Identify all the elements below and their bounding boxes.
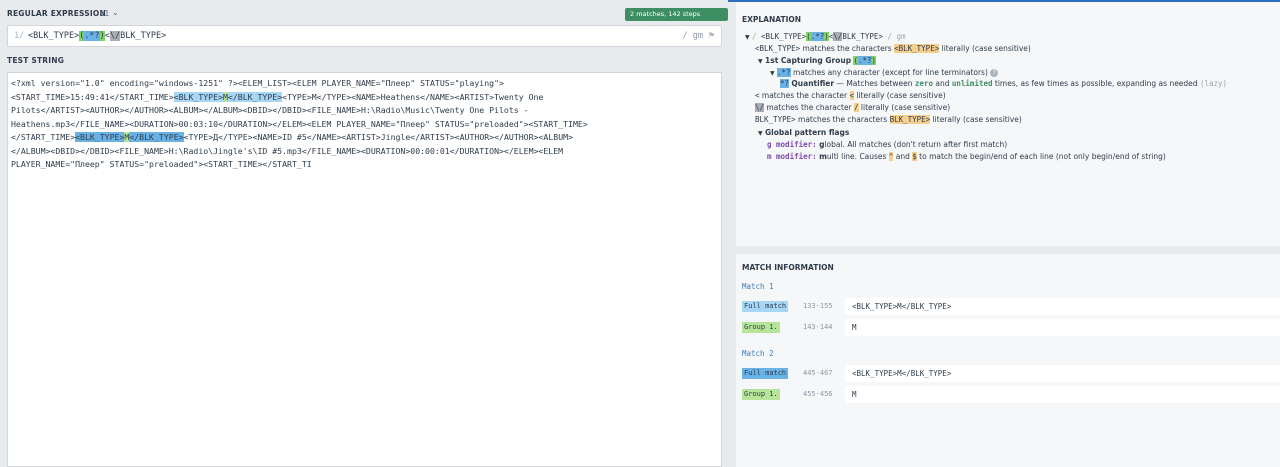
match-1-highlight: <BLK_TYPE>М</BLK_TYPE>	[173, 91, 283, 102]
regex-section-title: REGULAR EXPRESSION	[7, 9, 106, 18]
exp-g-modifier: g modifier: global. All matches (don't r…	[767, 140, 1008, 149]
exp-flags[interactable]: ▼ Global pattern flags	[758, 128, 849, 137]
exp-quantifier: *? Quantifier — Matches between zero and…	[780, 79, 1228, 88]
match-range: 143-144	[803, 323, 833, 331]
test-line-5b: <TYPE>Д</TYPE><NAME>ID #5</NAME><ARTIST>…	[183, 132, 573, 142]
test-string-input[interactable]: <?xml version="1.0" encoding="windows-12…	[7, 72, 722, 467]
group-label: Group 1.	[742, 389, 780, 400]
match-row[interactable]: Group 1. 455-456 М	[742, 386, 1280, 403]
sidebar-panel: EXPLANATION ▼ / <BLK_TYPE>(.*?)<\/BLK_TY…	[736, 2, 1280, 467]
test-line-7: PLAYER_NAME="Плеер" STATUS="preloaded"><…	[11, 159, 312, 169]
regex-version-selector[interactable]: v1	[100, 9, 109, 18]
regex-part-escape: \/	[109, 31, 121, 41]
match-2-header: Match 2	[742, 349, 774, 358]
match-info-title: MATCH INFORMATION	[742, 263, 834, 272]
exp-root[interactable]: ▼ / <BLK_TYPE>(.*?)<\/BLK_TYPE> / gm	[745, 32, 906, 41]
match-row[interactable]: Full match 445-467 <BLK_TYPE>М</BLK_TYPE…	[742, 365, 1280, 382]
exp-literal-1: <BLK_TYPE> matches the characters <BLK_T…	[755, 44, 1031, 53]
triangle-down-icon[interactable]: ▼	[770, 70, 775, 77]
triangle-down-icon[interactable]: ▼	[745, 34, 750, 41]
exp-group[interactable]: ▼ 1st Capturing Group (.*?)	[758, 56, 877, 65]
info-icon[interactable]: ?	[990, 69, 999, 77]
flag-icon[interactable]: ⚑	[708, 31, 715, 40]
match-row[interactable]: Group 1. 143-144 М	[742, 319, 1280, 336]
match-1-header: Match 1	[742, 282, 774, 291]
chevron-down-icon[interactable]: ⌄	[112, 8, 119, 17]
match-range: 133-155	[803, 302, 833, 310]
match-range: 445-467	[803, 369, 833, 377]
match-value[interactable]: <BLK_TYPE>М</BLK_TYPE>	[845, 365, 1280, 382]
exp-literal-2: BLK_TYPE> matches the characters BLK_TYP…	[755, 115, 1022, 124]
regex-part-literal: <BLK_TYPE>	[28, 31, 80, 41]
match-info-panel: MATCH INFORMATION Match 1 Full match 133…	[736, 254, 1280, 467]
regex-line-number: 1/	[14, 31, 25, 41]
explanation-title: EXPLANATION	[742, 15, 802, 24]
match-value[interactable]: <BLK_TYPE>М</BLK_TYPE>	[845, 298, 1280, 315]
exp-m-modifier: m modifier: multi line. Causes ^ and $ t…	[767, 152, 1166, 161]
regex-pattern[interactable]: <BLK_TYPE>(.*?)<\/BLK_TYPE>	[28, 31, 166, 41]
exp-dot[interactable]: ▼ .*? matches any character (except for …	[770, 68, 999, 77]
test-line-6: </ALBUM><DBID></DBID><FILE_NAME>H:\Radio…	[11, 145, 564, 156]
test-string-title: TEST STRING	[7, 56, 65, 65]
test-string-text[interactable]: <?xml version="1.0" encoding="windows-12…	[11, 77, 716, 172]
match-value[interactable]: М	[845, 386, 1280, 403]
regex-flags[interactable]: / gm	[683, 31, 703, 41]
test-line-3: Pilots</ARTIST><AUTHOR></AUTHOR><ALBUM><…	[11, 105, 529, 115]
match-range: 455-456	[803, 390, 833, 398]
full-match-label: Full match	[742, 368, 789, 379]
test-line-5a: </START_TIME>	[11, 132, 76, 142]
group-label: Group 1.	[742, 322, 780, 333]
match-2-highlight: <BLK_TYPE>М</BLK_TYPE>	[75, 132, 184, 142]
full-match-label: Full match	[742, 301, 789, 312]
exp-escape: \/ matches the character / literally (ca…	[755, 103, 951, 112]
exp-lt: < matches the character < literally (cas…	[755, 91, 946, 100]
test-line-4: Heathens.mp3</FILE_NAME><DURATION>00:03:…	[11, 118, 588, 129]
triangle-down-icon[interactable]: ▼	[758, 130, 763, 137]
test-line-2b: <TYPE>М</TYPE><NAME>Heathens</NAME><ARTI…	[282, 91, 544, 102]
triangle-down-icon[interactable]: ▼	[758, 58, 763, 65]
match-count-badge: 2 matches, 142 steps (~0ms)	[625, 8, 728, 31]
test-line-1: <?xml version="1.0" encoding="windows-12…	[11, 78, 504, 88]
regex-input[interactable]: 1/ <BLK_TYPE>(.*?)<\/BLK_TYPE> / gm ⚑	[7, 25, 722, 47]
editor-panel: REGULAR EXPRESSION v1 ⌄ 2 matches, 142 s…	[0, 0, 728, 467]
regex-part-group: (.*?)	[79, 31, 105, 41]
regex-part-literal-2: BLK_TYPE>	[120, 31, 167, 41]
test-line-2a: <START_TIME>15:49:41</START_TIME>	[11, 91, 174, 102]
match-row[interactable]: Full match 133-155 <BLK_TYPE>М</BLK_TYPE…	[742, 298, 1280, 315]
match-value[interactable]: М	[845, 319, 1280, 336]
explanation-panel: EXPLANATION ▼ / <BLK_TYPE>(.*?)<\/BLK_TY…	[736, 2, 1280, 246]
